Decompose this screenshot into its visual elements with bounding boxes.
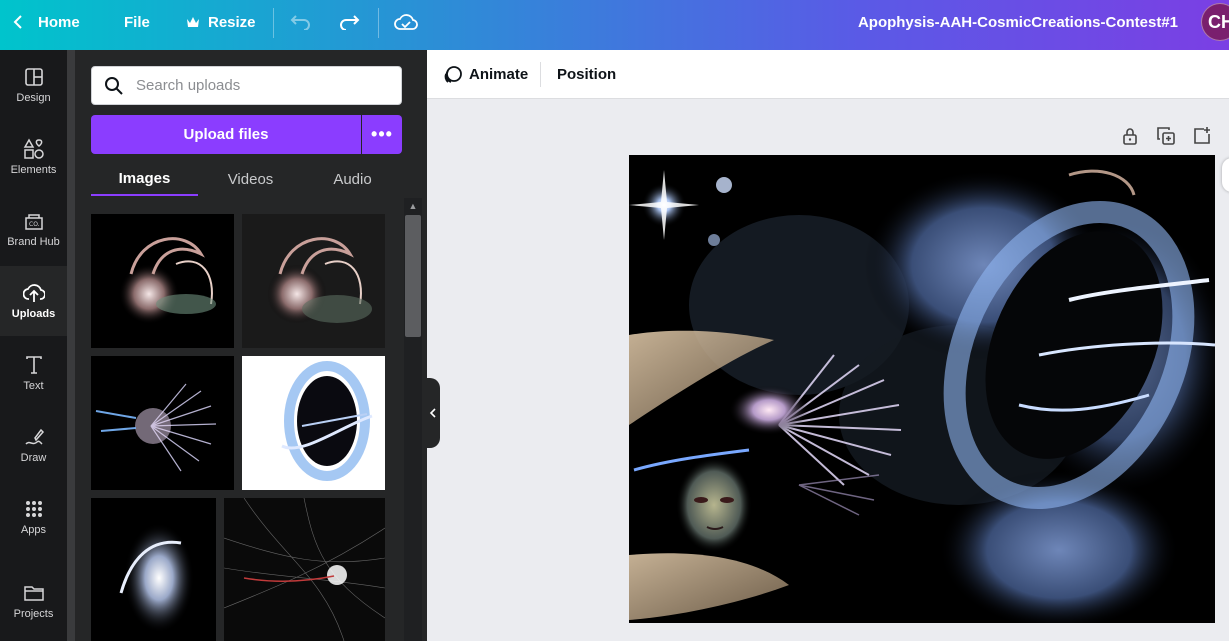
redo-icon: [340, 15, 360, 30]
upload-thumbnail[interactable]: [242, 356, 385, 490]
upload-thumbnail[interactable]: [91, 498, 216, 641]
projects-icon: [23, 586, 44, 601]
tab-audio[interactable]: Audio: [303, 163, 402, 196]
animate-icon: [444, 65, 462, 83]
position-label: Position: [557, 66, 617, 83]
svg-text:CO.: CO.: [29, 221, 40, 228]
rail-label: Uploads: [11, 308, 56, 320]
left-rail: Design Elements CO. Brand Hub Uploads Te…: [0, 50, 67, 641]
fractal-thumbnail-2: [242, 214, 385, 348]
fractal-thumbnail-6: [224, 498, 385, 641]
toolbar-divider: [540, 62, 541, 87]
cloud-check-icon: [394, 14, 418, 30]
rail-label: Elements: [10, 164, 57, 176]
duplicate-page-button[interactable]: [1156, 126, 1176, 146]
rail-item-apps[interactable]: Apps: [0, 482, 67, 552]
upload-thumbnail[interactable]: [242, 214, 385, 348]
upload-files-button[interactable]: Upload files: [91, 115, 361, 154]
animate-label: Animate: [469, 66, 529, 83]
rail-item-uploads[interactable]: Uploads: [0, 266, 67, 336]
brand-hub-icon: CO.: [24, 214, 43, 230]
search-uploads[interactable]: [91, 66, 402, 105]
save-status-button[interactable]: [394, 0, 418, 44]
apps-icon: [25, 501, 42, 517]
rail-item-brand-hub[interactable]: CO. Brand Hub: [0, 194, 67, 264]
add-page-button[interactable]: [1192, 126, 1212, 146]
chevron-left-icon: [429, 408, 436, 418]
tab-videos[interactable]: Videos: [198, 163, 303, 196]
rail-label: Text: [23, 380, 44, 392]
lock-page-button[interactable]: [1120, 126, 1140, 146]
canvas-toolbar: [427, 50, 1229, 99]
rail-label: Apps: [20, 524, 47, 536]
scrollbar-thumb[interactable]: [405, 215, 421, 337]
uploads-icon: [22, 284, 45, 302]
toolbar-divider: [378, 8, 379, 38]
crown-icon: [187, 17, 199, 27]
toolbar-divider: [273, 8, 274, 38]
document-title[interactable]: Apophysis-AAH-CosmicCreations-Contest#1: [858, 0, 1178, 44]
upload-thumbnail[interactable]: [224, 498, 385, 641]
rail-label: Draw: [20, 452, 47, 464]
more-dots-icon: •••: [371, 124, 393, 144]
rail-item-projects[interactable]: Projects: [0, 566, 67, 636]
file-label: File: [124, 13, 150, 31]
upload-thumbnail[interactable]: [91, 356, 234, 490]
undo-icon: [290, 15, 310, 30]
search-icon: [105, 76, 123, 95]
fractal-thumbnail-5: [91, 498, 216, 641]
rail-item-draw[interactable]: Draw: [0, 410, 67, 480]
draw-icon: [24, 428, 44, 445]
search-input[interactable]: [136, 77, 386, 94]
rail-label: Brand Hub: [7, 236, 60, 248]
cosmic-fractal-artwork: [629, 155, 1215, 623]
top-bar: Home File Resize Apophysis-AAH-CosmicCre…: [0, 0, 1229, 50]
avatar[interactable]: CH: [1201, 3, 1229, 41]
design-icon: [24, 68, 43, 86]
redo-button[interactable]: [338, 0, 360, 44]
panel-edge: [67, 50, 75, 641]
lock-icon: [1123, 128, 1137, 145]
add-page-icon: [1194, 127, 1210, 144]
home-label: Home: [38, 13, 80, 31]
tab-images[interactable]: Images: [91, 163, 198, 196]
rail-item-text[interactable]: Text: [0, 338, 67, 408]
chevron-left-icon: [13, 15, 22, 29]
fractal-thumbnail-1: [91, 214, 234, 348]
scroll-up-arrow-icon[interactable]: ▲: [407, 201, 419, 211]
rail-label: Projects: [13, 608, 54, 620]
position-button[interactable]: Position: [557, 50, 616, 99]
fractal-thumbnail-4: [242, 356, 385, 490]
rail-item-elements[interactable]: Elements: [0, 122, 67, 192]
home-button[interactable]: Home: [12, 0, 80, 44]
fractal-thumbnail-3: [91, 356, 234, 490]
design-canvas[interactable]: [629, 155, 1215, 623]
page-side-handle[interactable]: [1222, 158, 1229, 192]
text-icon: [25, 356, 42, 374]
duplicate-icon: [1157, 127, 1175, 145]
rail-item-design[interactable]: Design: [0, 50, 67, 120]
collapse-panel-button[interactable]: [425, 378, 440, 448]
animate-button[interactable]: Animate: [443, 50, 528, 99]
undo-button[interactable]: [290, 0, 312, 44]
upload-thumbnail[interactable]: [91, 214, 234, 348]
resize-label: Resize: [208, 13, 256, 31]
rail-label: Design: [16, 92, 51, 104]
upload-more-button[interactable]: •••: [362, 115, 402, 154]
elements-icon: [23, 138, 44, 159]
file-menu-button[interactable]: File: [124, 0, 150, 44]
resize-button[interactable]: Resize: [186, 0, 256, 44]
